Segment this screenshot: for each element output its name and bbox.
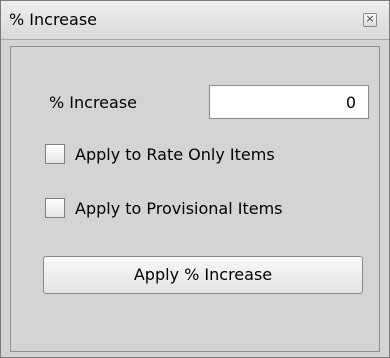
provisional-checkbox[interactable]: [45, 198, 65, 218]
provisional-option[interactable]: Apply to Provisional Items: [45, 198, 283, 218]
apply-increase-button[interactable]: Apply % Increase: [43, 256, 363, 294]
window-title: % Increase: [9, 10, 97, 29]
rate-only-checkbox[interactable]: [45, 144, 65, 164]
close-icon: ×: [365, 12, 375, 25]
dialog-content-panel: % Increase Apply to Rate Only Items Appl…: [10, 46, 380, 352]
percent-increase-window: % Increase × % Increase Apply to Rate On…: [0, 0, 390, 358]
increase-label: % Increase: [49, 93, 137, 112]
provisional-label: Apply to Provisional Items: [75, 198, 283, 218]
rate-only-label: Apply to Rate Only Items: [75, 144, 275, 164]
rate-only-option[interactable]: Apply to Rate Only Items: [45, 144, 275, 164]
title-bar[interactable]: % Increase ×: [1, 1, 389, 40]
close-button[interactable]: ×: [363, 12, 377, 27]
increase-input[interactable]: [209, 85, 369, 119]
